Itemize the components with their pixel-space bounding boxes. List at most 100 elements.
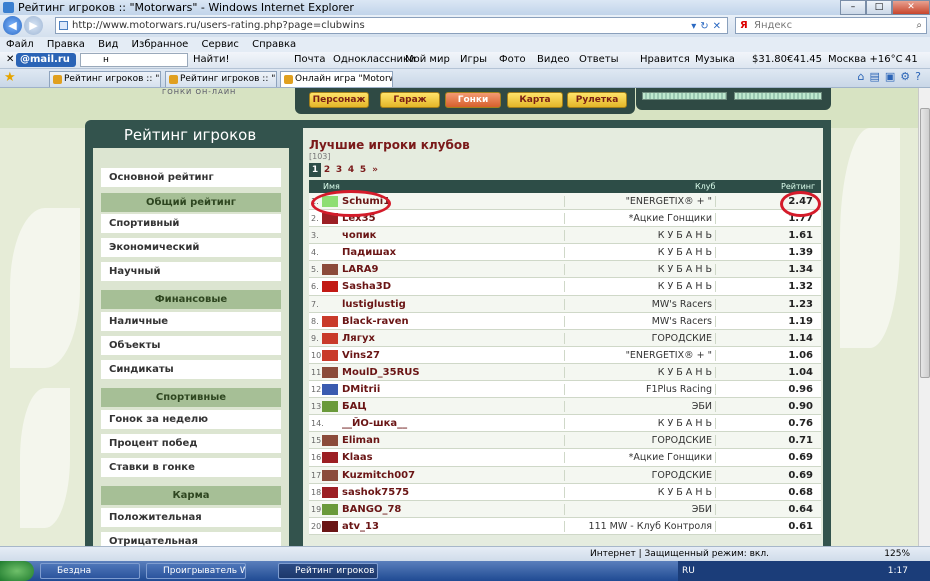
toolbar-photo[interactable]: Фото	[499, 52, 526, 68]
player-name-link[interactable]: Kuzmitch007	[342, 470, 415, 481]
page-2[interactable]: 2	[321, 163, 333, 177]
site-nav: Персонаж Гараж Гонки Карта Рулетка	[295, 88, 635, 114]
nav-map[interactable]: Карта	[507, 92, 563, 108]
table-row: 12. DMitrii F1Plus Racing 0.96	[309, 381, 821, 399]
start-button[interactable]	[0, 561, 34, 581]
sidebar-item-cash[interactable]: Наличные	[101, 312, 281, 331]
toolbar-like[interactable]: Нравится	[640, 52, 690, 68]
toolbar-music[interactable]: Музыка	[695, 52, 735, 68]
sidebar-item-race-bets[interactable]: Ставки в гонке	[101, 458, 281, 477]
security-zone[interactable]: Интернет | Защищенный режим: вкл.	[590, 547, 769, 561]
minimize-button[interactable]: –	[840, 0, 866, 15]
page-4[interactable]: 4	[345, 163, 357, 177]
nav-character[interactable]: Персонаж	[309, 92, 369, 108]
clock[interactable]: 1:17	[888, 561, 908, 581]
tab-tools-icon[interactable]: ⌂▤▣⚙?	[858, 70, 926, 83]
counter-badge[interactable]: 41	[905, 52, 918, 68]
usd-value: 31.80	[758, 54, 788, 65]
player-name-link[interactable]: BANGO_78	[342, 504, 401, 515]
page-next[interactable]: »	[369, 163, 381, 177]
page-1[interactable]: 1	[309, 163, 321, 177]
col-club[interactable]: Клуб	[695, 180, 715, 193]
toolbar-video[interactable]: Видео	[537, 52, 570, 68]
search-icon[interactable]: ⌕	[916, 18, 922, 33]
player-name-link[interactable]: MoulD_35RUS	[342, 367, 420, 378]
player-name-link[interactable]: lustiglustig	[342, 299, 406, 310]
club-name: "ENERGETIX® + "	[564, 349, 712, 361]
sidebar-item-syndicates[interactable]: Синдикаты	[101, 360, 281, 379]
player-name-link[interactable]: atv_13	[342, 521, 379, 532]
tab-rating-1[interactable]: Рейтинг игроков :: "Moto..."	[49, 71, 161, 87]
sidebar-item-win-percent[interactable]: Процент побед	[101, 434, 281, 453]
weather[interactable]: Москва +16°C	[828, 52, 903, 68]
sidebar-item-economic[interactable]: Экономический	[101, 238, 281, 257]
rating-value: 1.61	[715, 230, 815, 242]
player-name-link[interactable]: Klaas	[342, 452, 373, 463]
toolbar-close-icon[interactable]: ✕	[6, 52, 14, 68]
club-badge-icon	[322, 452, 338, 464]
row-rank: 4.	[311, 248, 319, 258]
sidebar-item-weekly-races[interactable]: Гонок за неделю	[101, 410, 281, 429]
mailru-logo[interactable]: @mail.ru	[16, 53, 76, 67]
toolbar-search-input[interactable]: н	[80, 53, 188, 67]
player-name-link[interactable]: Sasha3D	[342, 281, 391, 292]
player-name-link[interactable]: Vins27	[342, 350, 380, 361]
tab-motorwars-online[interactable]: Онлайн игра "Motorwars"	[280, 71, 393, 87]
refresh-icon[interactable]: ▾↻✕	[691, 19, 725, 34]
task-bezdna[interactable]: Бездна	[40, 563, 140, 579]
zoom-level[interactable]: 125%	[884, 547, 910, 561]
toolbar-mail[interactable]: Почта	[294, 52, 326, 68]
tab-rating-2[interactable]: Рейтинг игроков :: "M..."	[165, 71, 277, 87]
player-name-link[interactable]: Eliman	[342, 435, 380, 446]
toolbar-answers[interactable]: Ответы	[579, 52, 618, 68]
sidebar-item-science[interactable]: Научный	[101, 262, 281, 281]
find-button[interactable]: Найти!	[193, 52, 229, 68]
toolbar-games[interactable]: Игры	[460, 52, 487, 68]
sidebar-item-objects[interactable]: Объекты	[101, 336, 281, 355]
language-indicator[interactable]: RU	[682, 561, 695, 581]
sidebar-item-positive[interactable]: Положительная	[101, 508, 281, 527]
forward-button[interactable]: ▶	[24, 16, 43, 35]
task-media-player[interactable]: Проигрыватель Win...	[146, 563, 246, 579]
player-name-link[interactable]: sashok7575	[342, 487, 409, 498]
player-name-link[interactable]: Black-raven	[342, 316, 409, 327]
sidebar-item-sport[interactable]: Спортивный	[101, 214, 281, 233]
nav-garage[interactable]: Гараж	[380, 92, 440, 108]
club-name: MW's Racers	[564, 315, 712, 327]
nav-races[interactable]: Гонки	[445, 92, 501, 108]
page-scrollbar[interactable]	[918, 88, 930, 546]
row-rank: 7.	[311, 299, 319, 309]
nav-roulette[interactable]: Рулетка	[567, 92, 627, 108]
player-name-link[interactable]: БАЦ	[342, 401, 367, 412]
player-name-link[interactable]: чопик	[342, 230, 376, 241]
menu-help[interactable]: Справка	[252, 39, 296, 50]
maximize-button[interactable]: □	[866, 0, 892, 15]
player-name-link[interactable]: Падишах	[342, 247, 396, 258]
close-button[interactable]: ✕	[892, 0, 930, 15]
menu-tools[interactable]: Сервис	[202, 39, 239, 50]
sidebar-item-main[interactable]: Основной рейтинг	[101, 168, 281, 187]
search-field[interactable]: Я Яндекс ⌕	[735, 17, 927, 34]
progress-bar-2	[734, 92, 822, 100]
favorites-star-icon[interactable]: ★	[4, 70, 16, 85]
toolbar-odnoklassniki[interactable]: Одноклассники	[333, 52, 416, 68]
player-name-link[interactable]: Лягух	[342, 333, 375, 344]
toolbar-my-world[interactable]: Мой мир	[405, 52, 450, 68]
sidebar-item-negative[interactable]: Отрицательная	[101, 532, 281, 546]
player-name-link[interactable]: DMitrii	[342, 384, 380, 395]
system-tray: RU 1:17	[678, 561, 930, 581]
back-button[interactable]: ◀	[3, 16, 22, 35]
task-ie-rating[interactable]: Рейтинг игроков :: "..."	[278, 563, 378, 579]
menu-favorites[interactable]: Избранное	[132, 39, 189, 50]
scrollbar-thumb[interactable]	[920, 108, 930, 378]
page-5[interactable]: 5	[357, 163, 369, 177]
player-name-link[interactable]: __ЙО-шка__	[342, 418, 407, 429]
page-3[interactable]: 3	[333, 163, 345, 177]
url-field[interactable]: http://www.motorwars.ru/users-rating.php…	[55, 17, 728, 34]
menu-view[interactable]: Вид	[98, 39, 118, 50]
tab-favicon	[284, 75, 293, 84]
menu-file[interactable]: Файл	[6, 39, 34, 50]
menu-edit[interactable]: Правка	[47, 39, 85, 50]
club-name: ГОРОДСКИЕ	[564, 332, 712, 344]
player-name-link[interactable]: LARA9	[342, 264, 379, 275]
